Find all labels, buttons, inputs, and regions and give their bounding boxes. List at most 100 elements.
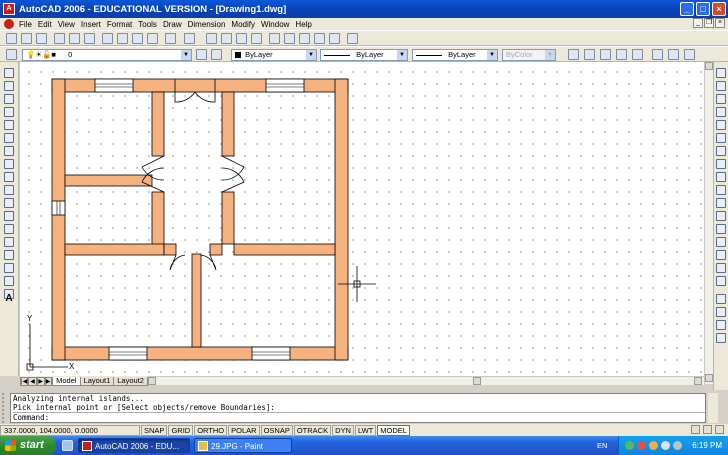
scroll-left-button[interactable] [148,377,156,385]
task-autocad[interactable]: AutoCAD 2006 - EDU... [78,438,190,453]
ellipse-arc-icon[interactable] [4,198,14,208]
menu-help[interactable]: Help [295,20,311,29]
menu-draw[interactable]: Draw [163,20,182,29]
match-properties-icon[interactable] [147,33,158,44]
model-toggle[interactable]: MODEL [377,424,410,436]
zoom-realtime-icon[interactable] [221,33,232,44]
copy-icon[interactable] [117,33,128,44]
draw-order-icon[interactable] [716,294,726,304]
osnap-toggle[interactable]: OSNAP [260,424,293,436]
dim-diameter-icon[interactable] [616,49,627,60]
model-space-canvas[interactable]: Y X [20,62,704,376]
redo-icon[interactable] [184,33,195,44]
network-icon[interactable] [625,441,634,450]
make-block-icon[interactable] [4,224,14,234]
menu-tools[interactable]: Tools [138,20,157,29]
undo-icon[interactable] [165,33,176,44]
publish-icon[interactable] [84,33,95,44]
hatch-icon[interactable] [4,250,14,260]
fillet-icon[interactable] [716,263,726,273]
polyline-icon[interactable] [4,94,14,104]
mirror-icon[interactable] [716,94,726,104]
tool-palettes-icon[interactable] [299,33,310,44]
break-icon[interactable] [716,224,726,234]
plot-preview-icon[interactable] [69,33,80,44]
polygon-icon[interactable] [4,107,14,117]
menu-window[interactable]: Window [261,20,289,29]
zoom-previous-icon[interactable] [251,33,262,44]
autocad-app-icon[interactable]: A [3,3,15,15]
menu-modify[interactable]: Modify [231,20,255,29]
rectangle-icon[interactable] [4,120,14,130]
messenger-icon[interactable] [649,441,658,450]
join-icon[interactable] [716,237,726,247]
construction-line-icon[interactable] [4,81,14,91]
snap-toggle[interactable]: SNAP [141,424,168,436]
break-at-point-icon[interactable] [716,211,726,221]
dim-baseline-icon[interactable] [652,49,663,60]
chamfer-icon[interactable] [716,250,726,260]
stretch-icon[interactable] [716,172,726,182]
dim-linear-icon[interactable] [568,49,579,60]
save-icon[interactable] [36,33,47,44]
pan-icon[interactable] [206,33,217,44]
linetype-dropdown[interactable]: ByLayer ▼ [320,49,408,61]
maximize-button[interactable]: □ [696,2,710,16]
plot-icon[interactable] [54,33,65,44]
command-scrollbar[interactable] [708,393,718,423]
horizontal-scrollbar[interactable] [148,376,704,385]
menu-file[interactable]: File [19,20,32,29]
doc-close-button[interactable]: × [715,18,725,28]
menu-format[interactable]: Format [107,20,132,29]
bring-above-icon[interactable] [716,333,726,343]
start-button[interactable]: start [0,436,56,455]
menu-insert[interactable]: Insert [81,20,101,29]
dim-aligned-icon[interactable] [584,49,595,60]
line-icon[interactable] [4,68,14,78]
point-icon[interactable] [4,237,14,247]
antivirus-icon[interactable] [637,441,646,450]
doc-restore-button[interactable]: ❐ [704,18,714,28]
move-icon[interactable] [716,133,726,143]
bring-to-front-icon[interactable] [716,307,726,317]
extend-icon[interactable] [716,198,726,208]
circle-icon[interactable] [4,146,14,156]
dim-style-icon[interactable] [684,49,695,60]
copy-object-icon[interactable] [716,81,726,91]
tab-prev-button[interactable]: ◀ [28,377,37,386]
tab-layout2[interactable]: Layout2 [113,377,148,386]
rotate-icon[interactable] [716,146,726,156]
send-to-back-icon[interactable] [716,320,726,330]
otrack-toggle[interactable]: OTRACK [293,424,332,436]
offset-icon[interactable] [716,107,726,117]
dim-angular-icon[interactable] [632,49,643,60]
volume-icon[interactable] [661,441,670,450]
scroll-down-button[interactable] [705,374,713,382]
coordinate-display[interactable]: 337.0000, 104.0000, 0.0000 [0,424,140,436]
zoom-window-icon[interactable] [236,33,247,44]
safely-remove-icon[interactable] [673,441,682,450]
layer-previous-icon[interactable] [211,49,222,60]
clean-screen-icon[interactable] [715,425,724,434]
spline-icon[interactable] [4,172,14,182]
document-icon[interactable] [4,19,14,29]
explode-icon[interactable] [716,276,726,286]
menu-view[interactable]: View [58,20,75,29]
ellipse-icon[interactable] [4,185,14,195]
layer-dropdown[interactable]: 💡☀🔓■ 0 ▼ [22,49,192,61]
tab-layout1[interactable]: Layout1 [79,377,115,386]
scroll-right-button[interactable] [694,377,702,385]
make-object-layer-current-icon[interactable] [196,49,207,60]
erase-icon[interactable] [716,68,726,78]
tab-first-button[interactable]: |◀ [20,377,29,386]
communication-center-icon[interactable] [691,425,700,434]
quicklaunch-ie-icon[interactable] [62,440,73,451]
cut-icon[interactable] [102,33,113,44]
scale-icon[interactable] [716,159,726,169]
paste-icon[interactable] [132,33,143,44]
close-button[interactable]: × [712,2,726,16]
color-dropdown[interactable]: ByLayer ▼ [231,49,317,61]
tab-model[interactable]: Model [52,377,81,386]
polar-toggle[interactable]: POLAR [228,424,260,436]
lwt-toggle[interactable]: LWT [354,424,377,436]
